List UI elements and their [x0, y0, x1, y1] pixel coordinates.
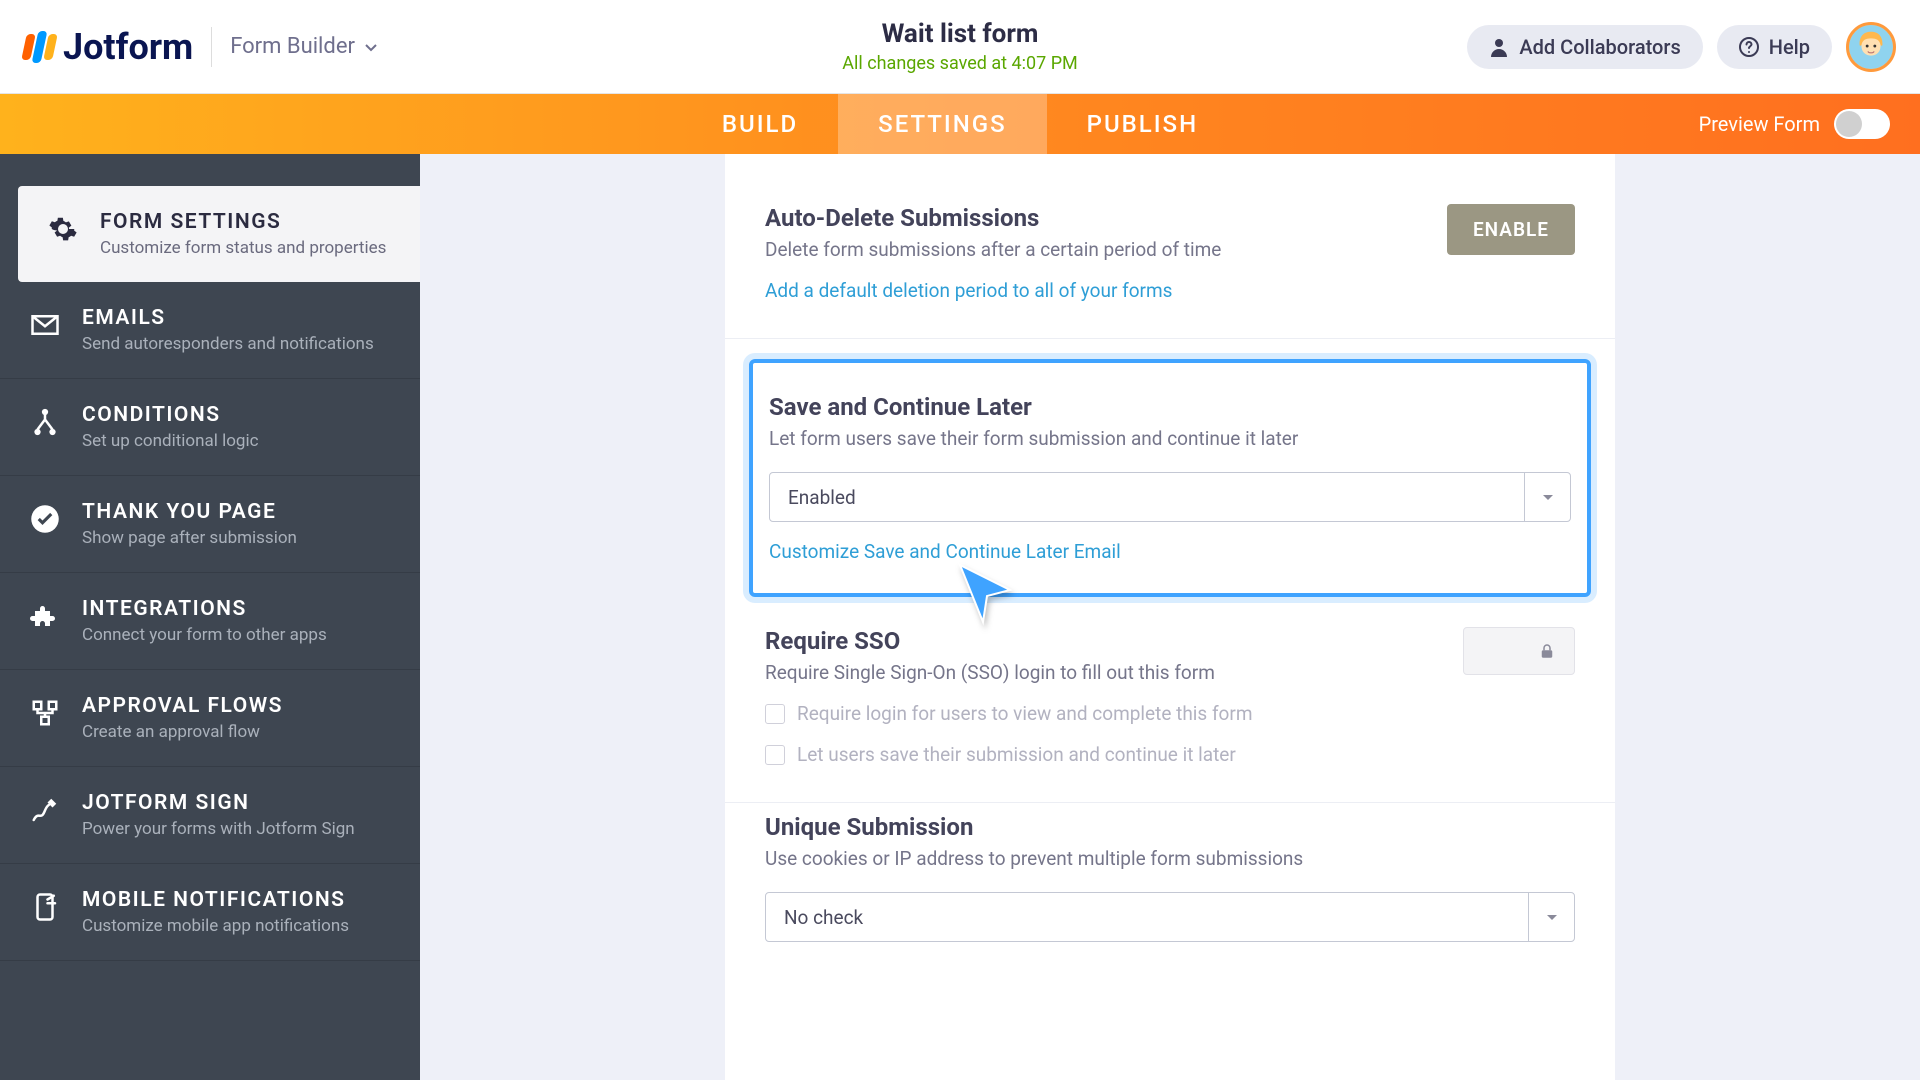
save-status: All changes saved at 4:07 PM: [842, 53, 1078, 74]
header-right: Add Collaborators Help: [1467, 22, 1896, 72]
sidebar-item-emails[interactable]: EMAILS Send autoresponders and notificat…: [0, 282, 420, 379]
setting-autodelete: Auto-Delete Submissions Delete form subm…: [725, 194, 1615, 339]
user-avatar[interactable]: [1846, 22, 1896, 72]
setting-desc: Delete form submissions after a certain …: [765, 238, 1221, 261]
app-header: Jotform Form Builder Wait list form All …: [0, 0, 1920, 94]
setting-desc: Let form users save their form submissio…: [769, 427, 1571, 450]
setting-desc: Require Single Sign-On (SSO) login to fi…: [765, 661, 1215, 684]
sso-require-login-checkbox[interactable]: Require login for users to view and comp…: [765, 702, 1575, 725]
preview-form-control: Preview Form: [1699, 94, 1890, 154]
branch-icon: [28, 405, 62, 439]
sidebar-item-approval-flows[interactable]: APPROVAL FLOWS Create an approval flow: [0, 670, 420, 767]
select-value: Enabled: [788, 486, 856, 509]
sidebar-item-desc: Customize mobile app notifications: [82, 916, 349, 936]
setting-require-sso: Require SSO Require Single Sign-On (SSO)…: [725, 617, 1615, 803]
tab-settings[interactable]: SETTINGS: [838, 94, 1046, 154]
sidebar-item-mobile-notifications[interactable]: MOBILE NOTIFICATIONS Customize mobile ap…: [0, 864, 420, 961]
sidebar-item-label: THANK YOU PAGE: [82, 500, 297, 524]
sidebar-item-form-settings[interactable]: FORM SETTINGS Customize form status and …: [18, 186, 420, 282]
flow-icon: [28, 696, 62, 730]
checkbox-icon: [765, 745, 785, 765]
sidebar-item-desc: Send autoresponders and notifications: [82, 334, 374, 354]
body-row: FORM SETTINGS Customize form status and …: [0, 154, 1920, 1080]
header-center: Wait list form All changes saved at 4:07…: [842, 19, 1078, 74]
header-divider: [211, 27, 212, 67]
sidebar-item-desc: Power your forms with Jotform Sign: [82, 819, 355, 839]
chevron-down-icon: [1528, 893, 1574, 941]
sidebar-item-integrations[interactable]: INTEGRATIONS Connect your form to other …: [0, 573, 420, 670]
help-button[interactable]: Help: [1717, 25, 1832, 69]
add-collaborators-button[interactable]: Add Collaborators: [1467, 25, 1702, 69]
sidebar-item-desc: Create an approval flow: [82, 722, 283, 742]
check-circle-icon: [28, 502, 62, 536]
setting-desc: Use cookies or IP address to prevent mul…: [765, 847, 1575, 870]
sso-save-continue-checkbox[interactable]: Let users save their submission and cont…: [765, 743, 1575, 766]
collab-label: Add Collaborators: [1519, 35, 1680, 59]
tab-build[interactable]: BUILD: [682, 94, 838, 154]
unique-submission-select[interactable]: No check: [765, 892, 1575, 942]
sidebar-item-label: EMAILS: [82, 306, 374, 330]
save-continue-select[interactable]: Enabled: [769, 472, 1571, 522]
sidebar-item-label: INTEGRATIONS: [82, 597, 327, 621]
question-circle-icon: [1739, 37, 1759, 57]
setting-save-continue: Save and Continue Later Let form users s…: [749, 359, 1591, 597]
sidebar-item-label: FORM SETTINGS: [100, 210, 386, 234]
chevron-down-icon: [363, 39, 379, 55]
main-tabs: BUILD SETTINGS PUBLISH Preview Form: [0, 94, 1920, 154]
sidebar-item-label: JOTFORM SIGN: [82, 791, 355, 815]
sign-icon: [28, 793, 62, 827]
builder-label: Form Builder: [230, 34, 355, 59]
select-value: No check: [784, 906, 863, 929]
preview-toggle[interactable]: [1834, 109, 1890, 139]
lock-icon: [1538, 642, 1556, 660]
sidebar-item-jotform-sign[interactable]: JOTFORM SIGN Power your forms with Jotfo…: [0, 767, 420, 864]
setting-title: Auto-Delete Submissions: [765, 204, 1221, 232]
sidebar-item-label: APPROVAL FLOWS: [82, 694, 283, 718]
enable-autodelete-button[interactable]: ENABLE: [1447, 204, 1575, 255]
autodelete-default-link[interactable]: Add a default deletion period to all of …: [765, 279, 1172, 302]
sidebar-item-desc: Connect your form to other apps: [82, 625, 327, 645]
checkbox-icon: [765, 704, 785, 724]
person-icon: [1489, 37, 1509, 57]
chevron-down-icon: [1524, 473, 1570, 521]
sso-locked-toggle[interactable]: [1463, 627, 1575, 675]
setting-unique-submission: Unique Submission Use cookies or IP addr…: [725, 803, 1615, 978]
help-label: Help: [1769, 35, 1810, 59]
sidebar-item-conditions[interactable]: CONDITIONS Set up conditional logic: [0, 379, 420, 476]
gear-icon: [46, 212, 80, 246]
sidebar-item-desc: Show page after submission: [82, 528, 297, 548]
form-title: Wait list form: [842, 19, 1078, 49]
builder-dropdown[interactable]: Form Builder: [230, 34, 379, 59]
brand-name: Jotform: [63, 26, 193, 68]
checkbox-label: Let users save their submission and cont…: [797, 743, 1236, 766]
customize-save-continue-email-link[interactable]: Customize Save and Continue Later Email: [769, 540, 1121, 563]
mobile-icon: [28, 890, 62, 924]
setting-title: Require SSO: [765, 627, 1215, 655]
setting-title: Save and Continue Later: [769, 393, 1571, 421]
sidebar-item-thankyou[interactable]: THANK YOU PAGE Show page after submissio…: [0, 476, 420, 573]
sidebar-item-desc: Set up conditional logic: [82, 431, 259, 451]
logo-mark-icon: [24, 31, 55, 63]
main-content: Auto-Delete Submissions Delete form subm…: [420, 154, 1920, 1080]
mail-icon: [28, 308, 62, 342]
sidebar-item-label: MOBILE NOTIFICATIONS: [82, 888, 349, 912]
tab-publish[interactable]: PUBLISH: [1047, 94, 1239, 154]
logo-section: Jotform Form Builder: [24, 26, 379, 68]
sidebar-item-label: CONDITIONS: [82, 403, 259, 427]
puzzle-icon: [28, 599, 62, 633]
settings-panel: Auto-Delete Submissions Delete form subm…: [725, 154, 1615, 1080]
sidebar-item-desc: Customize form status and properties: [100, 238, 386, 258]
brand-logo[interactable]: Jotform: [24, 26, 193, 68]
checkbox-label: Require login for users to view and comp…: [797, 702, 1252, 725]
setting-title: Unique Submission: [765, 813, 1575, 841]
settings-sidebar: FORM SETTINGS Customize form status and …: [0, 154, 420, 1080]
preview-label: Preview Form: [1699, 112, 1820, 136]
